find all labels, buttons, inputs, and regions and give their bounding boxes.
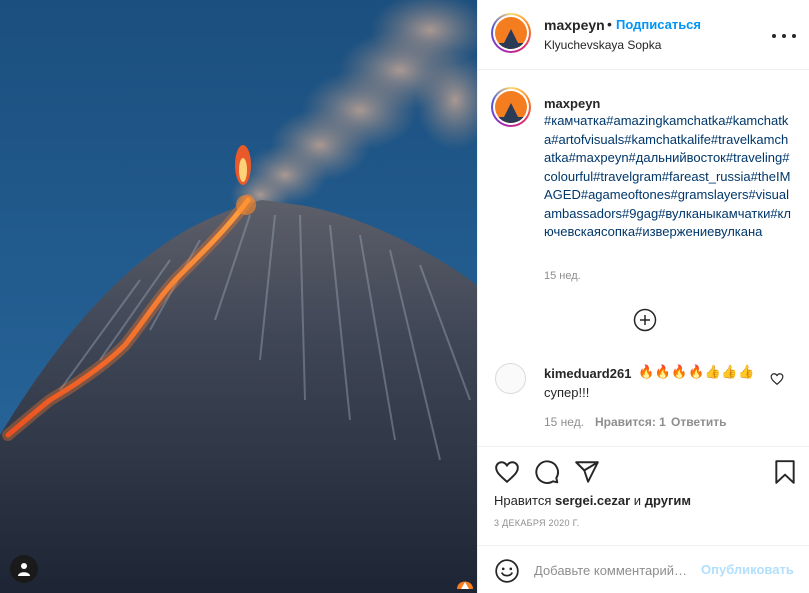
comment-like-button[interactable]	[770, 372, 784, 386]
post-actions: Нравится sergei.cezar и другим 3 ДЕКАБРЯ…	[478, 446, 809, 593]
bookmark-icon	[775, 460, 795, 484]
more-horizontal-icon	[772, 34, 796, 38]
user-icon	[18, 563, 30, 576]
likes-conjunction: и	[633, 493, 642, 508]
caption-username[interactable]: maxpeyn	[544, 96, 600, 111]
volcano-image	[0, 0, 477, 593]
paper-plane-icon	[575, 461, 599, 483]
caption-timestamp[interactable]: 15 нед.	[544, 270, 581, 282]
smiley-icon	[495, 559, 519, 583]
comment-timestamp[interactable]: 15 нед.	[544, 415, 584, 429]
comment-emoji: 🔥🔥🔥🔥👍👍👍	[638, 364, 755, 379]
comment-icon	[535, 460, 559, 484]
emoji-button[interactable]	[494, 558, 520, 584]
comment-likes-count[interactable]: Нравится: 1	[595, 415, 666, 429]
likes-summary: Нравится sergei.cezar и другим	[494, 493, 691, 508]
logo-icon	[495, 29, 527, 49]
liked-by-others-link[interactable]: другим	[645, 493, 691, 508]
post-side-panel: maxpeyn • Подписаться Klyuchevskaya Sopk…	[477, 0, 809, 593]
watermark-logo	[455, 575, 475, 589]
reply-button[interactable]: Ответить	[671, 415, 726, 429]
comment-input[interactable]	[534, 558, 696, 582]
plus-circle-icon	[633, 308, 657, 332]
logo-icon	[495, 103, 527, 123]
post-photo[interactable]	[0, 0, 477, 593]
follow-button[interactable]: Подписаться	[616, 17, 701, 32]
save-button[interactable]	[772, 459, 798, 485]
commenter-avatar[interactable]	[495, 363, 526, 394]
likes-prefix: Нравится	[494, 493, 552, 508]
comment-text: супер!!!	[544, 385, 590, 400]
liked-by-user-link[interactable]: sergei.cezar	[555, 493, 630, 508]
share-button[interactable]	[574, 459, 600, 485]
avatar[interactable]	[491, 13, 531, 53]
publish-button[interactable]: Опубликовать	[701, 562, 794, 577]
caption-hashtags[interactable]: #камчатка#amazingkamchatka#kamchatka#art…	[544, 112, 794, 242]
location-link[interactable]: Klyuchevskaya Sopka	[544, 38, 661, 52]
more-options-button[interactable]	[772, 24, 796, 48]
comment-button[interactable]	[534, 459, 560, 485]
user-tag-button[interactable]	[10, 555, 38, 583]
comment-username[interactable]: kimeduard261	[544, 366, 631, 381]
caption-avatar[interactable]	[491, 87, 531, 127]
load-more-comments-button[interactable]	[633, 308, 657, 332]
post-header: maxpeyn • Подписаться Klyuchevskaya Sopk…	[478, 0, 809, 70]
heart-icon	[770, 373, 784, 386]
like-button[interactable]	[494, 459, 520, 485]
username-link[interactable]: maxpeyn	[544, 17, 605, 33]
separator-dot: •	[607, 16, 612, 32]
post-date[interactable]: 3 ДЕКАБРЯ 2020 Г.	[494, 518, 579, 528]
heart-icon	[495, 461, 519, 484]
add-comment-form: Опубликовать	[478, 545, 809, 593]
